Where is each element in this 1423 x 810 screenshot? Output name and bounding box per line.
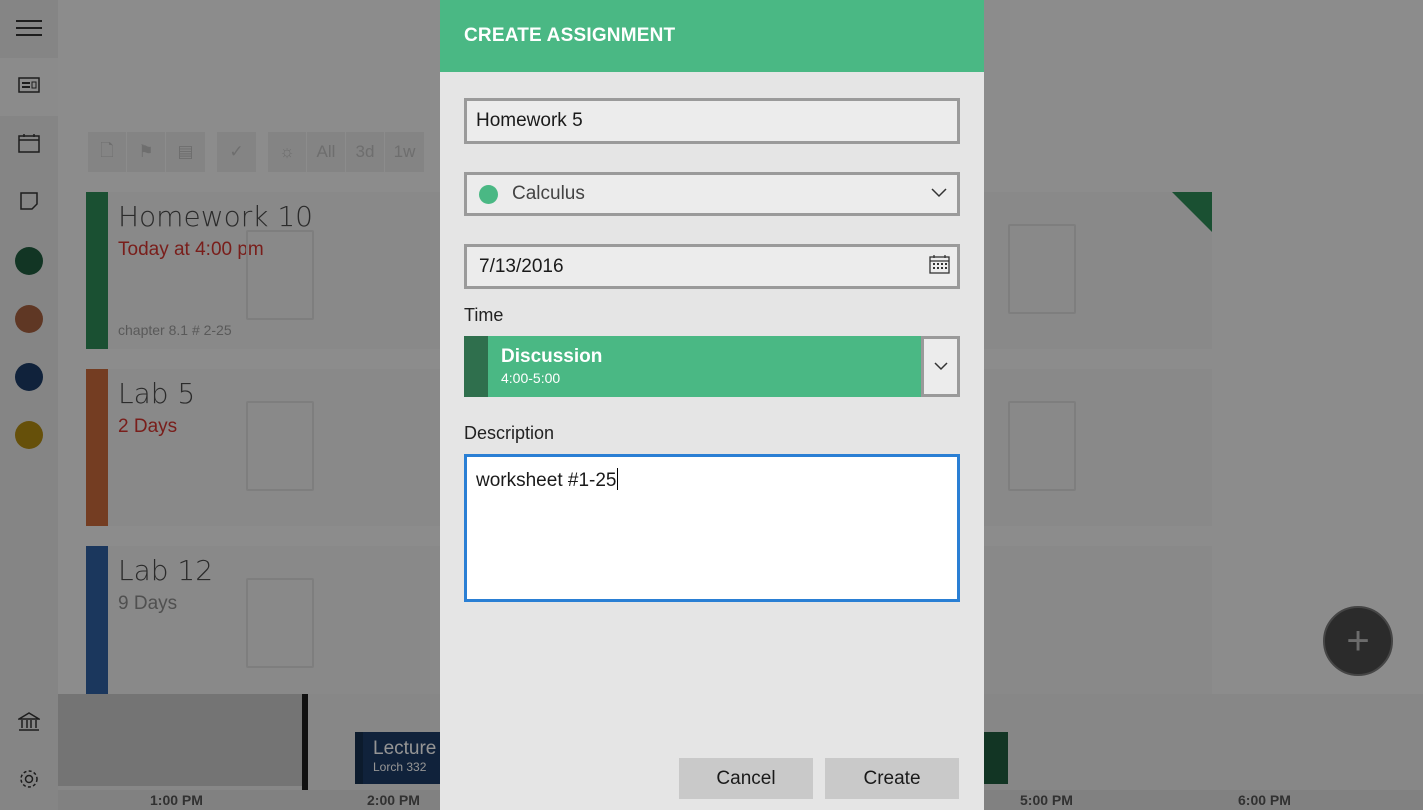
cancel-button[interactable]: Cancel <box>679 758 813 799</box>
time-slot-range: 4:00-5:00 <box>501 370 561 386</box>
time-slot-selected: Discussion 4:00-5:00 <box>488 336 921 397</box>
due-date-picker[interactable]: 7/13/2016 <box>464 244 960 289</box>
class-color-dot <box>479 184 498 204</box>
time-slot-select[interactable]: Discussion 4:00-5:00 <box>464 336 960 397</box>
description-label: Description <box>464 423 555 443</box>
description-value: worksheet #1-25 <box>476 470 617 491</box>
due-date-value: 7/13/2016 <box>479 255 564 277</box>
create-assignment-dialog: CREATE ASSIGNMENT Homework 5 Calculus 7/… <box>440 0 984 810</box>
class-color-stripe <box>464 336 488 397</box>
calendar-icon[interactable] <box>929 254 950 279</box>
class-select[interactable]: Calculus <box>464 172 960 216</box>
assignment-name-value: Homework 5 <box>476 110 583 131</box>
dialog-header: CREATE ASSIGNMENT <box>440 0 984 72</box>
description-textarea[interactable]: worksheet #1-25 <box>464 454 960 602</box>
assignment-name-field[interactable]: Homework 5 <box>464 98 960 144</box>
chevron-down-icon <box>933 358 948 376</box>
time-slot-name: Discussion <box>501 346 603 367</box>
class-select-value: Calculus <box>512 183 585 204</box>
chevron-down-icon <box>931 185 947 203</box>
dialog-title: CREATE ASSIGNMENT <box>464 25 676 46</box>
time-label: Time <box>464 305 504 325</box>
text-caret <box>617 468 619 490</box>
create-button[interactable]: Create <box>825 758 959 799</box>
time-slot-dropdown-button[interactable] <box>921 336 960 397</box>
